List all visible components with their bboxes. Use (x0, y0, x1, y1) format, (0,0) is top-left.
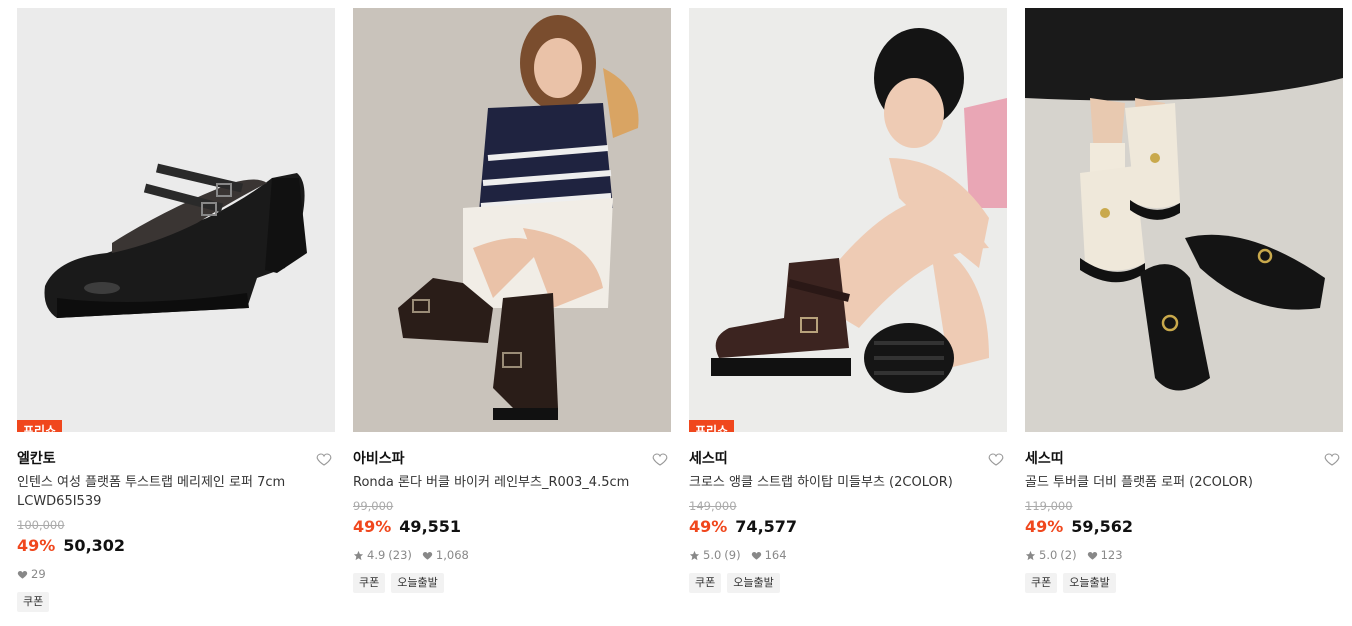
sale-price: 49,551 (399, 517, 462, 536)
product-stats: 29 (17, 567, 335, 581)
discount-rate: 49% (17, 536, 56, 555)
sale-price: 59,562 (1071, 517, 1134, 536)
brand-name[interactable]: 세스띠 (689, 449, 1007, 469)
product-card[interactable]: 세스띠 골드 투버클 더비 플랫폼 로퍼 (2COLOR) 119,000 49… (1025, 8, 1343, 612)
product-image[interactable]: 프리쇼 (689, 8, 1007, 432)
original-price: 99,000 (353, 499, 394, 513)
star-icon (1025, 550, 1036, 560)
sale-price: 50,302 (63, 536, 126, 555)
brand-name[interactable]: 엘칸토 (17, 449, 335, 469)
like-count: 164 (764, 548, 787, 562)
product-stats: 4.9 (23) 1,068 (353, 548, 671, 562)
original-price: 119,000 (1025, 499, 1073, 513)
tag-ship-today: 오늘출발 (727, 573, 780, 593)
heart-icon[interactable] (1323, 450, 1341, 468)
rating: 5.0 (703, 548, 722, 562)
product-stats: 5.0 (9) 164 (689, 548, 1007, 562)
review-count: (2) (1060, 548, 1077, 562)
tag-coupon: 쿠폰 (1025, 573, 1058, 593)
heart-filled-icon (17, 570, 28, 579)
discount-rate: 49% (353, 517, 392, 536)
heart-filled-icon (751, 551, 761, 560)
tag-coupon: 쿠폰 (689, 573, 722, 593)
tag-coupon: 쿠폰 (17, 592, 50, 612)
heart-icon[interactable] (315, 450, 333, 468)
tag-ship-today: 오늘출발 (1063, 573, 1116, 593)
like-count: 1,068 (435, 548, 469, 562)
product-image[interactable]: 프리쇼 (17, 8, 335, 432)
review-count: (23) (388, 548, 412, 562)
original-price: 149,000 (689, 499, 737, 513)
star-icon (353, 550, 364, 560)
discount-rate: 49% (1025, 517, 1064, 536)
product-image[interactable] (1025, 8, 1343, 432)
preshow-badge: 프리쇼 (17, 420, 63, 432)
heart-icon[interactable] (987, 450, 1005, 468)
product-title[interactable]: 크로스 앵클 스트랩 하이탑 미들부츠 (2COLOR) (689, 473, 1007, 492)
sale-price: 74,577 (735, 517, 798, 536)
product-grid: 프리쇼 엘칸토 인텐스 여성 플랫폼 투스트랩 메리제인 로퍼 7cm LCWD… (17, 8, 1343, 612)
product-card[interactable]: 프리쇼 세스띠 크로스 앵클 스트랩 하이탑 미들부츠 (2COLOR) 149… (689, 8, 1007, 612)
brand-name[interactable]: 아비스파 (353, 449, 671, 469)
product-title[interactable]: 인텐스 여성 플랫폼 투스트랩 메리제인 로퍼 7cm LCWD65I539 (17, 473, 335, 511)
heart-filled-icon (422, 551, 433, 560)
star-icon (689, 550, 700, 560)
tag-ship-today: 오늘출발 (391, 573, 444, 593)
heart-filled-icon (1087, 551, 1097, 560)
product-image[interactable] (353, 8, 671, 432)
original-price: 100,000 (17, 518, 65, 532)
review-count: (9) (724, 548, 741, 562)
discount-rate: 49% (689, 517, 728, 536)
product-title[interactable]: 골드 투버클 더비 플랫폼 로퍼 (2COLOR) (1025, 473, 1343, 492)
product-title[interactable]: Ronda 론다 버클 바이커 레인부츠_R003_4.5cm (353, 473, 671, 492)
rating: 4.9 (367, 548, 386, 562)
like-count: 29 (31, 567, 46, 581)
tag-coupon: 쿠폰 (353, 573, 386, 593)
product-card[interactable]: 아비스파 Ronda 론다 버클 바이커 레인부츠_R003_4.5cm 99,… (353, 8, 671, 612)
rating: 5.0 (1039, 548, 1058, 562)
preshow-badge: 프리쇼 (689, 420, 735, 432)
heart-icon[interactable] (651, 450, 669, 468)
like-count: 123 (1100, 548, 1123, 562)
product-card[interactable]: 프리쇼 엘칸토 인텐스 여성 플랫폼 투스트랩 메리제인 로퍼 7cm LCWD… (17, 8, 335, 612)
brand-name[interactable]: 세스띠 (1025, 449, 1343, 469)
product-stats: 5.0 (2) 123 (1025, 548, 1343, 562)
